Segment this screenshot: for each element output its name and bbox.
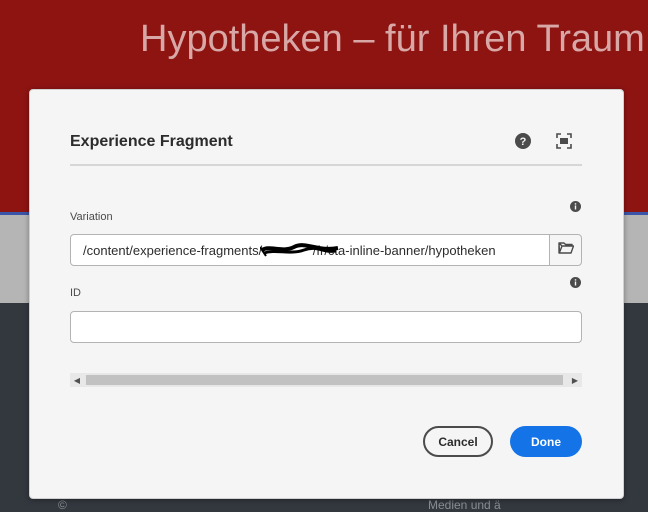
scrollbar-thumb[interactable] bbox=[86, 375, 563, 385]
variation-label: Variation bbox=[70, 211, 113, 223]
browse-button[interactable] bbox=[549, 234, 582, 266]
cancel-button[interactable]: Cancel bbox=[423, 426, 493, 457]
svg-text:?: ? bbox=[520, 136, 527, 148]
hero-title: Hypotheken – für Ihren Traum bbox=[140, 18, 645, 60]
folder-icon bbox=[557, 241, 574, 259]
horizontal-scrollbar[interactable]: ◀ ▶ bbox=[70, 373, 582, 387]
experience-fragment-dialog: Experience Fragment ? Variation /content… bbox=[29, 89, 624, 499]
header-divider bbox=[70, 164, 582, 166]
id-label: ID bbox=[70, 287, 81, 299]
redaction-scribble bbox=[259, 241, 340, 259]
done-button[interactable]: Done bbox=[510, 426, 582, 457]
fullscreen-icon[interactable] bbox=[556, 133, 572, 149]
dialog-title: Experience Fragment bbox=[70, 133, 233, 150]
help-circle-icon[interactable]: ? bbox=[515, 133, 531, 149]
scroll-right-icon[interactable]: ▶ bbox=[568, 373, 582, 387]
variation-info-icon[interactable] bbox=[570, 199, 581, 212]
id-info-icon[interactable] bbox=[570, 275, 581, 288]
footer-text-left: © bbox=[58, 498, 67, 512]
id-input[interactable] bbox=[70, 311, 582, 343]
scroll-left-icon[interactable]: ◀ bbox=[70, 373, 84, 387]
footer-text-right: Medien und ä bbox=[428, 498, 501, 512]
